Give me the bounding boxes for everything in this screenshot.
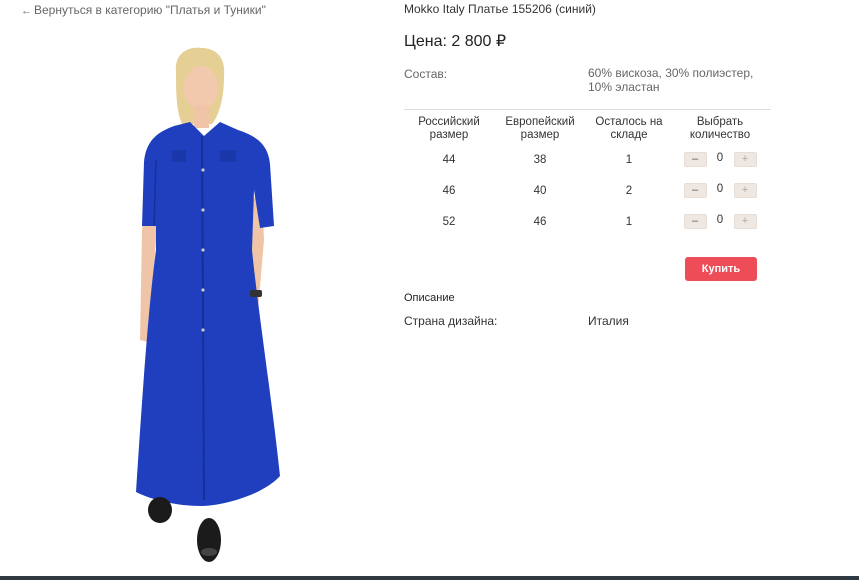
quantity-cell: – 0 +	[672, 206, 768, 237]
back-to-category-link[interactable]: ← Вернуться в категорию "Платья и Туники"	[21, 3, 266, 17]
ru-size-cell: 46	[442, 184, 456, 197]
ru-size-cell: 52	[442, 215, 456, 228]
header-quantity: Выбрать количество	[689, 116, 751, 141]
eu-size-cell: 38	[533, 153, 547, 166]
back-link-label: Вернуться в категорию "Платья и Туники"	[34, 3, 266, 17]
table-row: 52 46 1 – 0 +	[404, 206, 768, 237]
bottom-bar	[0, 576, 859, 580]
country-value: Италия	[588, 314, 629, 328]
eu-size-cell: 46	[533, 215, 547, 228]
product-photo	[136, 47, 280, 562]
header-stock: Осталось на складе	[595, 116, 663, 141]
quantity-value: 0	[716, 151, 724, 164]
composition-label: Состав:	[404, 67, 448, 81]
divider	[404, 109, 771, 110]
decrement-button[interactable]: –	[683, 214, 707, 229]
composition-value: 60% вискоза, 30% полиэстер, 10% эластан	[588, 66, 754, 94]
size-table: Российский размер Европейский размер Ост…	[404, 116, 768, 237]
quantity-cell: – 0 +	[672, 175, 768, 206]
buy-button[interactable]: Купить	[685, 257, 757, 281]
description-heading: Описание	[404, 292, 455, 304]
country-label: Страна дизайна:	[404, 314, 498, 328]
table-row: 46 40 2 – 0 +	[404, 175, 768, 206]
product-title: Mokko Italy Платье 155206 (синий)	[404, 2, 596, 16]
quantity-stepper: – 0 +	[683, 182, 757, 198]
increment-button[interactable]: +	[733, 152, 757, 167]
increment-button[interactable]: +	[733, 183, 757, 198]
quantity-cell: – 0 +	[672, 144, 768, 175]
header-ru-size: Российский размер	[418, 116, 480, 141]
size-table-header: Российский размер Европейский размер Ост…	[404, 116, 768, 144]
increment-button[interactable]: +	[733, 214, 757, 229]
stock-cell: 1	[625, 215, 633, 228]
quantity-value: 0	[716, 182, 724, 195]
ru-size-cell: 44	[442, 153, 456, 166]
quantity-stepper: – 0 +	[683, 213, 757, 229]
eu-size-cell: 40	[533, 184, 547, 197]
decrement-button[interactable]: –	[683, 183, 707, 198]
product-price: Цена: 2 800 ₽	[404, 33, 507, 50]
decrement-button[interactable]: –	[683, 152, 707, 167]
quantity-stepper: – 0 +	[683, 151, 757, 167]
header-eu-size: Европейский размер	[505, 116, 575, 141]
quantity-value: 0	[716, 213, 724, 226]
stock-cell: 2	[625, 184, 633, 197]
stock-cell: 1	[625, 153, 633, 166]
arrow-left-icon: ←	[21, 5, 32, 17]
table-row: 44 38 1 – 0 +	[404, 144, 768, 175]
